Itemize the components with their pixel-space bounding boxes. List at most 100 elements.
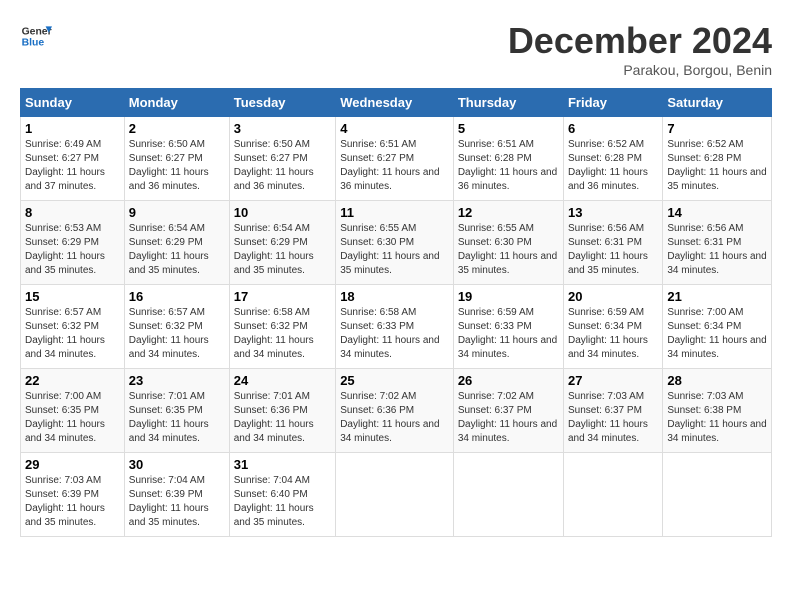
- day-number: 30: [129, 457, 225, 472]
- day-number: 20: [568, 289, 658, 304]
- day-info: Sunrise: 6:58 AM Sunset: 6:33 PM Dayligh…: [340, 306, 449, 362]
- day-number: 6: [568, 121, 658, 136]
- calendar-cell: 25 Sunrise: 7:02 AM Sunset: 6:36 PM Dayl…: [336, 369, 454, 453]
- calendar-cell: 9 Sunrise: 6:54 AM Sunset: 6:29 PM Dayli…: [124, 201, 229, 285]
- day-info: Sunrise: 7:02 AM Sunset: 6:37 PM Dayligh…: [458, 390, 559, 446]
- header-wednesday: Wednesday: [336, 89, 454, 117]
- day-info: Sunrise: 6:57 AM Sunset: 6:32 PM Dayligh…: [129, 306, 225, 362]
- calendar-cell: 3 Sunrise: 6:50 AM Sunset: 6:27 PM Dayli…: [229, 117, 335, 201]
- calendar-cell: 31 Sunrise: 7:04 AM Sunset: 6:40 PM Dayl…: [229, 453, 335, 537]
- day-number: 19: [458, 289, 559, 304]
- page-header: General Blue December 2024 Parakou, Borg…: [20, 20, 772, 78]
- header-monday: Monday: [124, 89, 229, 117]
- day-info: Sunrise: 6:59 AM Sunset: 6:33 PM Dayligh…: [458, 306, 559, 362]
- day-number: 15: [25, 289, 120, 304]
- calendar-cell: 26 Sunrise: 7:02 AM Sunset: 6:37 PM Dayl…: [453, 369, 563, 453]
- day-info: Sunrise: 7:00 AM Sunset: 6:34 PM Dayligh…: [667, 306, 767, 362]
- day-number: 18: [340, 289, 449, 304]
- day-info: Sunrise: 6:56 AM Sunset: 6:31 PM Dayligh…: [568, 222, 658, 278]
- day-info: Sunrise: 6:57 AM Sunset: 6:32 PM Dayligh…: [25, 306, 120, 362]
- day-number: 16: [129, 289, 225, 304]
- day-number: 23: [129, 373, 225, 388]
- calendar-table: Sunday Monday Tuesday Wednesday Thursday…: [20, 88, 772, 537]
- day-info: Sunrise: 6:51 AM Sunset: 6:27 PM Dayligh…: [340, 138, 449, 194]
- calendar-week-row: 29 Sunrise: 7:03 AM Sunset: 6:39 PM Dayl…: [21, 453, 772, 537]
- day-info: Sunrise: 7:02 AM Sunset: 6:36 PM Dayligh…: [340, 390, 449, 446]
- day-number: 17: [234, 289, 331, 304]
- calendar-cell: 5 Sunrise: 6:51 AM Sunset: 6:28 PM Dayli…: [453, 117, 563, 201]
- day-number: 7: [667, 121, 767, 136]
- day-number: 3: [234, 121, 331, 136]
- day-number: 24: [234, 373, 331, 388]
- day-info: Sunrise: 7:03 AM Sunset: 6:39 PM Dayligh…: [25, 474, 120, 530]
- day-number: 10: [234, 205, 331, 220]
- day-info: Sunrise: 6:54 AM Sunset: 6:29 PM Dayligh…: [129, 222, 225, 278]
- day-info: Sunrise: 6:55 AM Sunset: 6:30 PM Dayligh…: [340, 222, 449, 278]
- calendar-week-row: 8 Sunrise: 6:53 AM Sunset: 6:29 PM Dayli…: [21, 201, 772, 285]
- day-number: 9: [129, 205, 225, 220]
- day-info: Sunrise: 6:49 AM Sunset: 6:27 PM Dayligh…: [25, 138, 120, 194]
- calendar-cell: 24 Sunrise: 7:01 AM Sunset: 6:36 PM Dayl…: [229, 369, 335, 453]
- day-number: 31: [234, 457, 331, 472]
- day-number: 29: [25, 457, 120, 472]
- calendar-cell: 18 Sunrise: 6:58 AM Sunset: 6:33 PM Dayl…: [336, 285, 454, 369]
- calendar-cell: 7 Sunrise: 6:52 AM Sunset: 6:28 PM Dayli…: [663, 117, 772, 201]
- day-number: 25: [340, 373, 449, 388]
- day-number: 1: [25, 121, 120, 136]
- title-block: December 2024 Parakou, Borgou, Benin: [508, 20, 772, 78]
- calendar-cell: 30 Sunrise: 7:04 AM Sunset: 6:39 PM Dayl…: [124, 453, 229, 537]
- day-info: Sunrise: 6:55 AM Sunset: 6:30 PM Dayligh…: [458, 222, 559, 278]
- calendar-cell: 20 Sunrise: 6:59 AM Sunset: 6:34 PM Dayl…: [563, 285, 662, 369]
- calendar-cell: 27 Sunrise: 7:03 AM Sunset: 6:37 PM Dayl…: [563, 369, 662, 453]
- day-number: 13: [568, 205, 658, 220]
- svg-text:Blue: Blue: [22, 38, 45, 49]
- calendar-cell: 12 Sunrise: 6:55 AM Sunset: 6:30 PM Dayl…: [453, 201, 563, 285]
- day-number: 12: [458, 205, 559, 220]
- day-number: 22: [25, 373, 120, 388]
- calendar-cell: 19 Sunrise: 6:59 AM Sunset: 6:33 PM Dayl…: [453, 285, 563, 369]
- calendar-cell: 22 Sunrise: 7:00 AM Sunset: 6:35 PM Dayl…: [21, 369, 125, 453]
- calendar-cell: 29 Sunrise: 7:03 AM Sunset: 6:39 PM Dayl…: [21, 453, 125, 537]
- month-title: December 2024: [508, 20, 772, 62]
- day-info: Sunrise: 6:50 AM Sunset: 6:27 PM Dayligh…: [129, 138, 225, 194]
- day-number: 8: [25, 205, 120, 220]
- day-info: Sunrise: 6:56 AM Sunset: 6:31 PM Dayligh…: [667, 222, 767, 278]
- logo: General Blue: [20, 20, 56, 52]
- calendar-cell: 8 Sunrise: 6:53 AM Sunset: 6:29 PM Dayli…: [21, 201, 125, 285]
- calendar-cell: [663, 453, 772, 537]
- calendar-cell: 6 Sunrise: 6:52 AM Sunset: 6:28 PM Dayli…: [563, 117, 662, 201]
- day-number: 26: [458, 373, 559, 388]
- calendar-week-row: 1 Sunrise: 6:49 AM Sunset: 6:27 PM Dayli…: [21, 117, 772, 201]
- day-info: Sunrise: 6:54 AM Sunset: 6:29 PM Dayligh…: [234, 222, 331, 278]
- calendar-cell: 1 Sunrise: 6:49 AM Sunset: 6:27 PM Dayli…: [21, 117, 125, 201]
- day-info: Sunrise: 6:59 AM Sunset: 6:34 PM Dayligh…: [568, 306, 658, 362]
- header-friday: Friday: [563, 89, 662, 117]
- calendar-cell: [336, 453, 454, 537]
- day-info: Sunrise: 7:01 AM Sunset: 6:36 PM Dayligh…: [234, 390, 331, 446]
- day-info: Sunrise: 6:58 AM Sunset: 6:32 PM Dayligh…: [234, 306, 331, 362]
- day-number: 5: [458, 121, 559, 136]
- calendar-cell: [563, 453, 662, 537]
- calendar-cell: 14 Sunrise: 6:56 AM Sunset: 6:31 PM Dayl…: [663, 201, 772, 285]
- day-number: 14: [667, 205, 767, 220]
- day-info: Sunrise: 6:50 AM Sunset: 6:27 PM Dayligh…: [234, 138, 331, 194]
- calendar-week-row: 22 Sunrise: 7:00 AM Sunset: 6:35 PM Dayl…: [21, 369, 772, 453]
- day-number: 28: [667, 373, 767, 388]
- calendar-header-row: Sunday Monday Tuesday Wednesday Thursday…: [21, 89, 772, 117]
- calendar-cell: 2 Sunrise: 6:50 AM Sunset: 6:27 PM Dayli…: [124, 117, 229, 201]
- logo-icon: General Blue: [20, 20, 52, 52]
- day-number: 4: [340, 121, 449, 136]
- header-saturday: Saturday: [663, 89, 772, 117]
- calendar-cell: 21 Sunrise: 7:00 AM Sunset: 6:34 PM Dayl…: [663, 285, 772, 369]
- day-number: 21: [667, 289, 767, 304]
- calendar-cell: 16 Sunrise: 6:57 AM Sunset: 6:32 PM Dayl…: [124, 285, 229, 369]
- day-info: Sunrise: 6:51 AM Sunset: 6:28 PM Dayligh…: [458, 138, 559, 194]
- day-info: Sunrise: 7:04 AM Sunset: 6:40 PM Dayligh…: [234, 474, 331, 530]
- calendar-cell: 11 Sunrise: 6:55 AM Sunset: 6:30 PM Dayl…: [336, 201, 454, 285]
- calendar-cell: 10 Sunrise: 6:54 AM Sunset: 6:29 PM Dayl…: [229, 201, 335, 285]
- day-info: Sunrise: 7:03 AM Sunset: 6:38 PM Dayligh…: [667, 390, 767, 446]
- calendar-cell: 17 Sunrise: 6:58 AM Sunset: 6:32 PM Dayl…: [229, 285, 335, 369]
- day-info: Sunrise: 7:01 AM Sunset: 6:35 PM Dayligh…: [129, 390, 225, 446]
- calendar-cell: 13 Sunrise: 6:56 AM Sunset: 6:31 PM Dayl…: [563, 201, 662, 285]
- calendar-cell: [453, 453, 563, 537]
